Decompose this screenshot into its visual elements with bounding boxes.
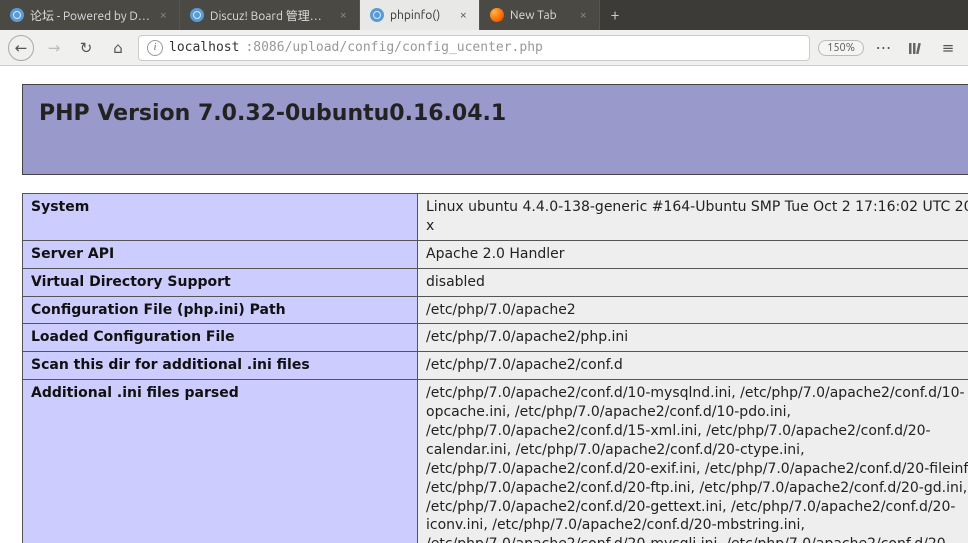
url-path: :8086/upload/config/config_ucenter.php xyxy=(245,40,542,55)
back-button[interactable]: ← xyxy=(8,35,34,61)
menu-button[interactable]: ⋯ xyxy=(872,36,896,60)
globe-icon xyxy=(10,8,24,22)
page-viewport: PHP Version 7.0.32-0ubuntu0.16.04.1 Syst… xyxy=(0,66,968,543)
table-value: /etc/php/7.0/apache2/conf.d xyxy=(418,352,968,380)
table-key: Additional .ini files parsed xyxy=(23,380,418,543)
tab-1[interactable]: Discuz! Board 管理中心 - 站长 - U × xyxy=(180,0,360,30)
table-row: Loaded Configuration File/etc/php/7.0/ap… xyxy=(23,324,968,352)
nav-bar: ← → ↻ ⌂ i localhost :8086/upload/config/c… xyxy=(0,30,968,66)
table-value: /etc/php/7.0/apache2/conf.d/10-mysqlnd.i… xyxy=(418,380,968,543)
hamburger-menu-button[interactable]: ≡ xyxy=(936,36,960,60)
tab-0[interactable]: 论坛 - Powered by Discuz! × xyxy=(0,0,180,30)
url-host: localhost xyxy=(169,40,239,55)
table-key: Loaded Configuration File xyxy=(23,324,418,352)
firefox-icon xyxy=(490,8,504,22)
table-value: Linux ubuntu 4.4.0-138-generic #164-Ubun… xyxy=(418,194,968,241)
table-value: /etc/php/7.0/apache2 xyxy=(418,296,968,324)
zoom-indicator[interactable]: 150% xyxy=(818,40,864,56)
tab-label: phpinfo() xyxy=(390,9,452,22)
tab-label: New Tab xyxy=(510,9,572,22)
library-icon xyxy=(908,40,924,56)
tab-label: Discuz! Board 管理中心 - 站长 - U xyxy=(210,7,332,24)
table-row: Scan this dir for additional .ini files/… xyxy=(23,352,968,380)
tab-label: 论坛 - Powered by Discuz! xyxy=(30,7,152,24)
table-row: Additional .ini files parsed/etc/php/7.0… xyxy=(23,380,968,543)
table-key: Configuration File (php.ini) Path xyxy=(23,296,418,324)
globe-icon xyxy=(370,8,384,22)
reload-button[interactable]: ↻ xyxy=(74,36,98,60)
table-key: Virtual Directory Support xyxy=(23,268,418,296)
new-tab-button[interactable]: + xyxy=(600,0,630,30)
tab-3[interactable]: New Tab × xyxy=(480,0,600,30)
forward-button[interactable]: → xyxy=(42,36,66,60)
table-key: Server API xyxy=(23,240,418,268)
library-button[interactable] xyxy=(904,36,928,60)
phpinfo-title: PHP Version 7.0.32-0ubuntu0.16.04.1 xyxy=(39,101,968,126)
table-value: Apache 2.0 Handler xyxy=(418,240,968,268)
table-value: /etc/php/7.0/apache2/php.ini xyxy=(418,324,968,352)
table-row: Server APIApache 2.0 Handler xyxy=(23,240,968,268)
tab-2[interactable]: phpinfo() × xyxy=(360,0,480,30)
close-icon[interactable]: × xyxy=(338,8,349,22)
phpinfo-table: SystemLinux ubuntu 4.4.0-138-generic #16… xyxy=(22,193,968,543)
home-button[interactable]: ⌂ xyxy=(106,36,130,60)
table-value: disabled xyxy=(418,268,968,296)
table-key: Scan this dir for additional .ini files xyxy=(23,352,418,380)
site-info-icon[interactable]: i xyxy=(147,40,163,56)
close-icon[interactable]: × xyxy=(158,8,169,22)
table-key: System xyxy=(23,194,418,241)
phpinfo-header: PHP Version 7.0.32-0ubuntu0.16.04.1 xyxy=(22,84,968,175)
table-row: Configuration File (php.ini) Path/etc/ph… xyxy=(23,296,968,324)
tab-bar: 论坛 - Powered by Discuz! × Discuz! Board … xyxy=(0,0,968,30)
close-icon[interactable]: × xyxy=(578,8,589,22)
close-icon[interactable]: × xyxy=(458,8,469,22)
table-row: SystemLinux ubuntu 4.4.0-138-generic #16… xyxy=(23,194,968,241)
table-row: Virtual Directory Supportdisabled xyxy=(23,268,968,296)
url-bar[interactable]: i localhost :8086/upload/config/config_uc… xyxy=(138,35,810,61)
globe-icon xyxy=(190,8,204,22)
